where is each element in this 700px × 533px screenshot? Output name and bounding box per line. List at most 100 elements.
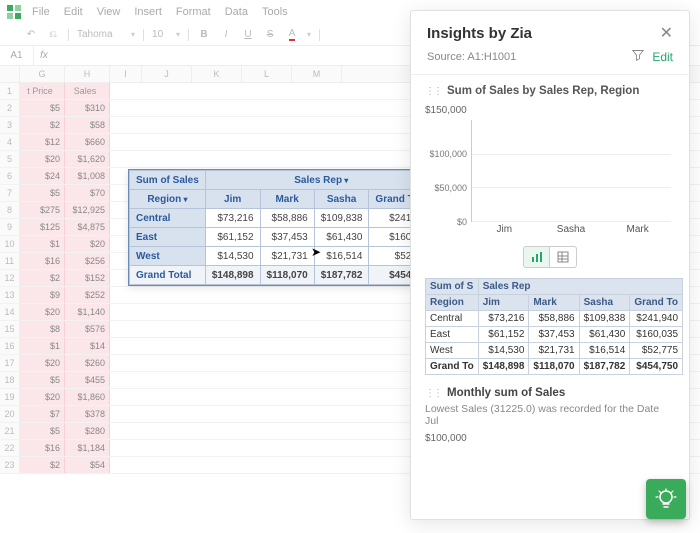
row-number[interactable]: 22 xyxy=(0,440,20,456)
row-number[interactable]: 16 xyxy=(0,338,20,354)
cell-reference[interactable]: A1 xyxy=(0,46,34,65)
row-number[interactable]: 9 xyxy=(0,219,20,235)
cell[interactable]: $14 xyxy=(65,338,110,354)
redo-icon[interactable]: ⎌ xyxy=(46,29,60,40)
cell[interactable]: $2 xyxy=(20,117,65,133)
row-number[interactable]: 17 xyxy=(0,355,20,371)
pivot-row-field[interactable]: Region xyxy=(130,190,206,209)
cell[interactable]: $9 xyxy=(20,287,65,303)
pivot-cell[interactable]: $148,898 xyxy=(205,266,260,285)
zia-assistant-button[interactable] xyxy=(646,479,686,519)
underline-icon[interactable]: U xyxy=(241,29,255,40)
cell[interactable]: $1,184 xyxy=(65,440,110,456)
menu-view[interactable]: View xyxy=(97,6,121,18)
row-number[interactable]: 10 xyxy=(0,236,20,252)
cell[interactable]: $1,860 xyxy=(65,389,110,405)
pivot-cell[interactable]: $118,070 xyxy=(260,266,314,285)
cell[interactable]: $280 xyxy=(65,423,110,439)
italic-icon[interactable]: I xyxy=(219,29,233,40)
pivot-cell[interactable]: $58,886 xyxy=(260,209,314,228)
row-number[interactable]: 12 xyxy=(0,270,20,286)
row-number[interactable]: 4 xyxy=(0,134,20,150)
pivot-cell[interactable]: $109,838 xyxy=(314,209,369,228)
cell[interactable]: $20 xyxy=(20,151,65,167)
pivot-cell[interactable]: $73,216 xyxy=(205,209,260,228)
cell[interactable]: $455 xyxy=(65,372,110,388)
cell[interactable]: $1,140 xyxy=(65,304,110,320)
cell[interactable]: $2 xyxy=(20,457,65,473)
cell[interactable]: $20 xyxy=(20,304,65,320)
row-number[interactable]: 2 xyxy=(0,100,20,116)
cell[interactable]: $275 xyxy=(20,202,65,218)
cell[interactable]: $12,925 xyxy=(65,202,110,218)
cell[interactable]: $576 xyxy=(65,321,110,337)
cell-header[interactable]: t Price xyxy=(20,83,65,99)
cell[interactable]: $152 xyxy=(65,270,110,286)
menu-edit[interactable]: Edit xyxy=(64,6,83,18)
cell[interactable]: $5 xyxy=(20,185,65,201)
cell[interactable]: $7 xyxy=(20,406,65,422)
pivot-cell[interactable]: $37,453 xyxy=(260,228,314,247)
cell[interactable]: $20 xyxy=(20,389,65,405)
cell[interactable]: $260 xyxy=(65,355,110,371)
cell[interactable]: $1 xyxy=(20,236,65,252)
row-number[interactable]: 3 xyxy=(0,117,20,133)
menu-insert[interactable]: Insert xyxy=(134,6,162,18)
row-number[interactable]: 20 xyxy=(0,406,20,422)
pivot-cell[interactable]: $16,514 xyxy=(314,247,369,266)
font-family-select[interactable]: Tahoma xyxy=(77,29,123,40)
cell[interactable]: $20 xyxy=(65,236,110,252)
edit-button[interactable]: Edit xyxy=(652,50,673,64)
row-number[interactable]: 14 xyxy=(0,304,20,320)
drag-handle-icon[interactable]: ⋮⋮ xyxy=(425,86,441,97)
cell[interactable]: $1 xyxy=(20,338,65,354)
cell[interactable]: $16 xyxy=(20,253,65,269)
strikethrough-icon[interactable]: S xyxy=(263,29,277,40)
col-header-j[interactable]: J xyxy=(142,66,192,82)
table-view-button[interactable] xyxy=(550,247,576,267)
row-number[interactable]: 15 xyxy=(0,321,20,337)
row-number[interactable]: 19 xyxy=(0,389,20,405)
cell[interactable]: $256 xyxy=(65,253,110,269)
drag-handle-icon[interactable]: ⋮⋮ xyxy=(425,388,441,399)
row-number[interactable]: 8 xyxy=(0,202,20,218)
cell[interactable]: $12 xyxy=(20,134,65,150)
row-number[interactable]: 7 xyxy=(0,185,20,201)
cell[interactable]: $1,008 xyxy=(65,168,110,184)
cell[interactable]: $70 xyxy=(65,185,110,201)
row-number[interactable]: 13 xyxy=(0,287,20,303)
cell[interactable]: $5 xyxy=(20,372,65,388)
col-header-i[interactable]: I xyxy=(110,66,142,82)
cell[interactable]: $4,875 xyxy=(65,219,110,235)
cell[interactable]: $24 xyxy=(20,168,65,184)
cell[interactable]: $20 xyxy=(20,355,65,371)
cell-header[interactable]: Sales xyxy=(65,83,110,99)
pivot-table[interactable]: Sum of Sales Sales Rep Region Jim Mark S… xyxy=(128,169,439,286)
cell[interactable]: $16 xyxy=(20,440,65,456)
cell[interactable]: $5 xyxy=(20,423,65,439)
cell[interactable]: $5 xyxy=(20,100,65,116)
cell[interactable]: $8 xyxy=(20,321,65,337)
col-header-m[interactable]: M xyxy=(292,66,342,82)
text-color-icon[interactable]: A xyxy=(285,28,299,41)
menu-data[interactable]: Data xyxy=(225,6,248,18)
bold-icon[interactable]: B xyxy=(197,29,211,40)
pivot-col-field[interactable]: Sales Rep xyxy=(205,171,437,190)
menu-tools[interactable]: Tools xyxy=(262,6,288,18)
pivot-cell[interactable]: $61,152 xyxy=(205,228,260,247)
col-header-k[interactable]: K xyxy=(192,66,242,82)
menu-format[interactable]: Format xyxy=(176,6,211,18)
cell[interactable]: $1,620 xyxy=(65,151,110,167)
pivot-cell[interactable]: $21,731 xyxy=(260,247,314,266)
row-number[interactable]: 5 xyxy=(0,151,20,167)
fx-icon[interactable]: fx xyxy=(34,50,54,61)
cell[interactable]: $125 xyxy=(20,219,65,235)
cell[interactable]: $58 xyxy=(65,117,110,133)
col-header-l[interactable]: L xyxy=(242,66,292,82)
row-number[interactable]: 1 xyxy=(0,83,20,99)
pivot-cell[interactable]: $61,430 xyxy=(314,228,369,247)
cell[interactable]: $54 xyxy=(65,457,110,473)
col-header-g[interactable]: G xyxy=(20,66,65,82)
cell[interactable]: $378 xyxy=(65,406,110,422)
row-number[interactable]: 6 xyxy=(0,168,20,184)
